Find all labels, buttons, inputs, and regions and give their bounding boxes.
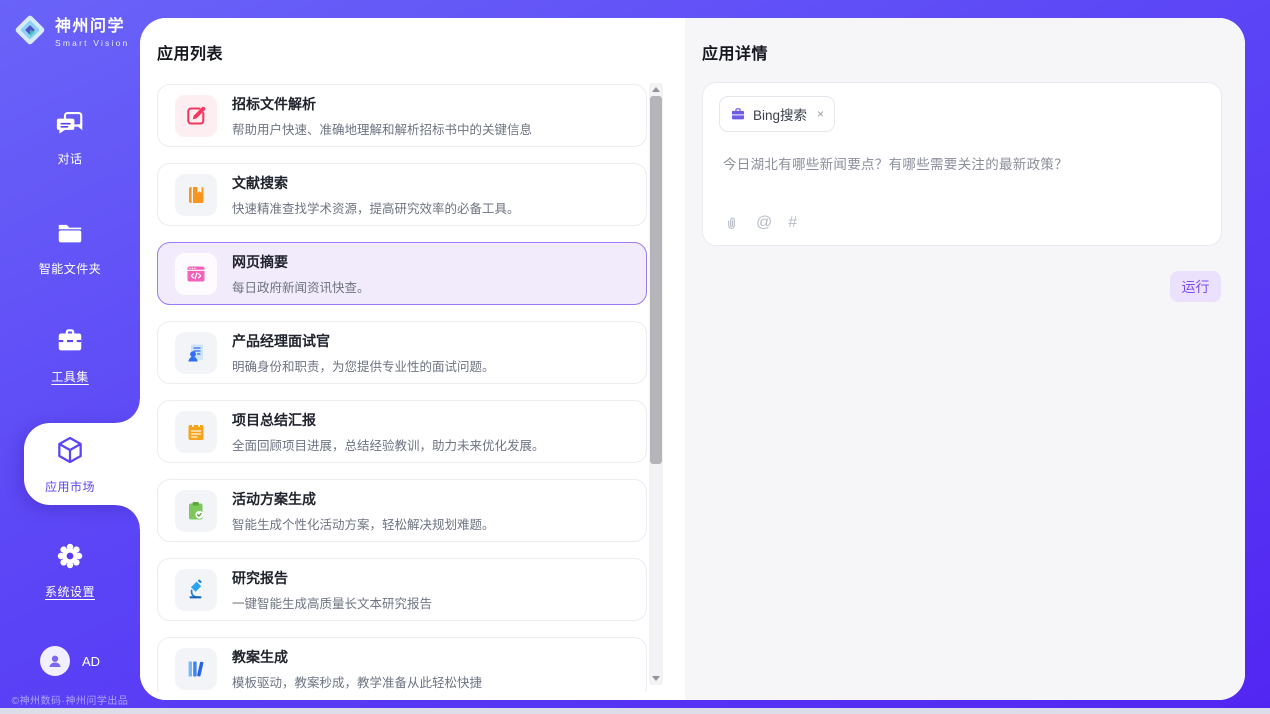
cube-icon <box>54 434 86 466</box>
scroll-up-arrow-icon[interactable] <box>649 83 663 96</box>
app-detail-section: 应用详情 Bing搜索 × 今日湖北有哪些新闻要点？有哪些需要关注的最新政策？ … <box>685 18 1245 700</box>
sidebar-item-smart-folder[interactable]: 智能文件夹 <box>0 218 140 277</box>
app-detail-title: 应用详情 <box>702 40 768 64</box>
app-name: 文献搜索 <box>232 173 520 193</box>
person-icon <box>46 652 64 670</box>
app-name: 产品经理面试官 <box>232 331 495 351</box>
tool-tag-label: Bing搜索 <box>753 104 807 124</box>
folder-icon <box>55 218 85 248</box>
paperclip-icon[interactable] <box>723 215 740 232</box>
microscope-icon <box>175 569 217 611</box>
app-card-lesson-plan[interactable]: 教案生成 模板驱动，教案秒成，教学准备从此轻松快捷 <box>157 637 647 692</box>
attachment-toolbar: @ # <box>723 214 797 232</box>
app-description: 帮助用户快速、准确地理解和解析招标书中的关键信息 <box>232 119 532 138</box>
app-card-event-plan[interactable]: 活动方案生成 智能生成个性化活动方案，轻松解决规划难题。 <box>157 479 647 542</box>
summary-note-icon <box>175 411 217 453</box>
app-description: 一键智能生成高质量长文本研究报告 <box>232 593 432 612</box>
sidebar-item-label: 系统设置 <box>0 583 140 600</box>
sidebar-item-label: 应用市场 <box>0 478 140 495</box>
app-name: 教案生成 <box>232 647 482 667</box>
app-card-project-summary[interactable]: 项目总结汇报 全面回顾项目进展，总结经验教训，助力未来优化发展。 <box>157 400 647 463</box>
app-name: 活动方案生成 <box>232 489 495 509</box>
app-description: 模板驱动，教案秒成，教学准备从此轻松快捷 <box>232 672 482 691</box>
app-list-section: 应用列表 招标文件解析 帮助用户快速、准确地理解和解析招标书中的关键信息 <box>140 18 685 700</box>
user-account[interactable]: AD <box>0 646 140 676</box>
sidebar-item-label: 智能文件夹 <box>0 260 140 277</box>
app-list-title: 应用列表 <box>157 40 223 64</box>
avatar <box>40 646 70 676</box>
chat-icon <box>55 108 85 138</box>
prompt-card: Bing搜索 × 今日湖北有哪些新闻要点？有哪些需要关注的最新政策？ @ # <box>702 82 1222 246</box>
sidebar-item-app-market[interactable]: 应用市场 <box>0 434 140 495</box>
copyright-footer: ©神州数码·神州问学出品 <box>0 692 140 707</box>
gear-icon <box>55 541 85 571</box>
webpage-code-icon <box>175 253 217 295</box>
main-panel: 应用列表 招标文件解析 帮助用户快速、准确地理解和解析招标书中的关键信息 <box>140 18 1245 700</box>
sidebar-item-label: 工具集 <box>0 368 140 385</box>
brand-subtitle: Smart Vision <box>55 38 129 48</box>
books-icon <box>175 648 217 690</box>
app-description: 全面回顾项目进展，总结经验教训，助力未来优化发展。 <box>232 435 545 454</box>
user-name: AD <box>82 654 100 669</box>
app-name: 招标文件解析 <box>232 94 532 114</box>
sidebar-item-toolset[interactable]: 工具集 <box>0 326 140 385</box>
bid-document-icon <box>175 95 217 137</box>
app-description: 智能生成个性化活动方案，轻松解决规划难题。 <box>232 514 495 533</box>
clipboard-check-icon <box>175 490 217 532</box>
scrollbar-thumb[interactable] <box>650 96 662 464</box>
app-description: 快速精准查找学术资源，提高研究效率的必备工具。 <box>232 198 520 217</box>
toolbox-icon <box>55 326 85 356</box>
sidebar: 神州问学 Smart Vision 对话 智能文件夹 工具集 <box>0 0 140 714</box>
brand-name: 神州问学 <box>55 12 129 36</box>
brand-logo: 神州问学 Smart Vision <box>12 12 129 48</box>
sidebar-item-settings[interactable]: 系统设置 <box>0 541 140 600</box>
app-list: 招标文件解析 帮助用户快速、准确地理解和解析招标书中的关键信息 文献搜索 快速精… <box>157 82 647 692</box>
app-description: 明确身份和职责，为您提供专业性的面试问题。 <box>232 356 495 375</box>
app-card-pm-interviewer[interactable]: 产品经理面试官 明确身份和职责，为您提供专业性的面试问题。 <box>157 321 647 384</box>
sidebar-item-chat[interactable]: 对话 <box>0 108 140 167</box>
at-icon[interactable]: @ <box>756 214 772 232</box>
app-name: 项目总结汇报 <box>232 410 545 430</box>
run-button[interactable]: 运行 <box>1170 271 1221 302</box>
window-bottom-edge <box>0 708 1270 714</box>
interviewer-icon <box>175 332 217 374</box>
scroll-down-arrow-icon[interactable] <box>649 672 663 685</box>
briefcase-icon <box>730 106 746 122</box>
app-card-literature-search[interactable]: 文献搜索 快速精准查找学术资源，提高研究效率的必备工具。 <box>157 163 647 226</box>
app-card-bid-parse[interactable]: 招标文件解析 帮助用户快速、准确地理解和解析招标书中的关键信息 <box>157 84 647 147</box>
tool-tag-bing-search[interactable]: Bing搜索 × <box>719 96 835 132</box>
sidebar-item-label: 对话 <box>0 150 140 167</box>
tool-tag-close-icon[interactable]: × <box>817 107 824 121</box>
app-name: 研究报告 <box>232 568 432 588</box>
hash-icon[interactable]: # <box>788 214 797 232</box>
diamond-logo-icon <box>12 12 48 48</box>
prompt-text[interactable]: 今日湖北有哪些新闻要点？有哪些需要关注的最新政策？ <box>723 153 1201 173</box>
app-name: 网页摘要 <box>232 252 370 272</box>
book-icon <box>175 174 217 216</box>
list-scrollbar[interactable] <box>649 83 663 685</box>
app-card-research-report[interactable]: 研究报告 一键智能生成高质量长文本研究报告 <box>157 558 647 621</box>
app-card-web-summary[interactable]: 网页摘要 每日政府新闻资讯快查。 <box>157 242 647 305</box>
app-description: 每日政府新闻资讯快查。 <box>232 277 370 296</box>
